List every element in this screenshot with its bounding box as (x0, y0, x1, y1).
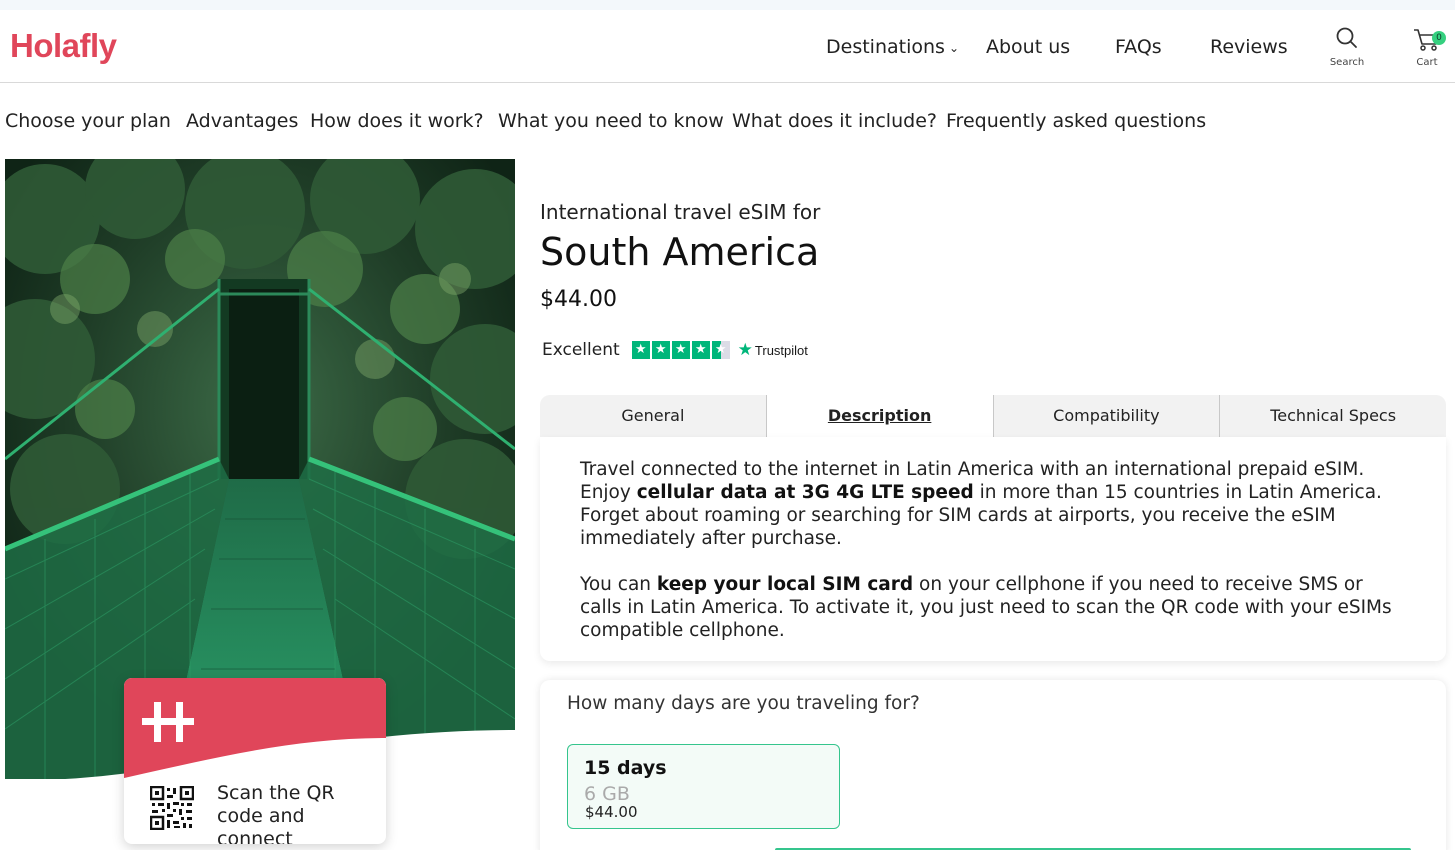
description-paragraph-2: You can keep your local SIM card on your… (580, 573, 1410, 642)
search-caption: Search (1329, 57, 1365, 68)
tab-compatibility[interactable]: Compatibility (993, 395, 1221, 437)
nav-destinations[interactable]: Destinations ⌄ (826, 36, 959, 58)
star-icon: ★ (671, 341, 690, 359)
plan-days: 15 days (584, 757, 667, 779)
star-icon: ★ (651, 341, 670, 359)
tab-description[interactable]: Description (766, 395, 994, 437)
desc-text: You can (580, 574, 657, 595)
half-star-icon: ★ (711, 341, 730, 359)
holafly-h-logo-icon (142, 702, 194, 742)
nav-reviews[interactable]: Reviews (1210, 36, 1288, 58)
page-section-nav: Choose your plan Advantages How does it … (0, 98, 1455, 138)
rating-stars: ★ ★ ★ ★ ★ (631, 341, 730, 359)
trustpilot-rating[interactable]: Excellent ★ ★ ★ ★ ★ ★ Trustpilot (542, 340, 808, 360)
plan-price: $44.00 (585, 803, 638, 821)
description-panel: Travel connected to the internet in Lati… (540, 437, 1446, 661)
scan-qr-caption: Scan the QR code and connect (217, 782, 335, 844)
nav-faqs[interactable]: FAQs (1115, 36, 1162, 58)
nav-destinations-label: Destinations (826, 36, 945, 58)
star-icon: ★ (691, 341, 710, 359)
cart-button[interactable]: 0 Cart (1402, 26, 1452, 74)
trustpilot-star-icon: ★ (737, 340, 753, 359)
desc-highlight: cellular data at 3G 4G LTE speed (636, 482, 974, 503)
days-question: How many days are you traveling for? (567, 693, 920, 714)
subnav-how-it-works[interactable]: How does it work? (310, 110, 484, 132)
subnav-choose-plan[interactable]: Choose your plan (5, 110, 171, 132)
top-strip (0, 0, 1455, 10)
desc-highlight: keep your local SIM card (656, 574, 914, 595)
subnav-faq[interactable]: Frequently asked questions (946, 110, 1206, 132)
subnav-what-to-know[interactable]: What you need to know (498, 110, 724, 132)
rating-label: Excellent (542, 340, 620, 360)
page-title: South America (540, 230, 820, 274)
main-nav: Destinations ⌄ About us FAQs Reviews Sear… (0, 10, 1455, 83)
star-icon: ★ (631, 341, 650, 359)
product-subtitle: International travel eSIM for (540, 200, 821, 224)
esim-qr-card: Scan the QR code and connect (124, 678, 386, 844)
nav-about-us[interactable]: About us (986, 36, 1070, 58)
qr-code-icon (150, 786, 194, 830)
plan-option-15-days[interactable]: 15 days 6 GB $44.00 (567, 744, 840, 829)
tab-technical-specs[interactable]: Technical Specs (1220, 395, 1446, 437)
subnav-what-included[interactable]: What does it include? (732, 110, 937, 132)
subnav-advantages[interactable]: Advantages (186, 110, 298, 132)
product-price: $44.00 (540, 287, 617, 312)
cart-count-badge: 0 (1432, 31, 1446, 45)
cart-caption: Cart (1416, 57, 1438, 68)
tab-general[interactable]: General (540, 395, 767, 437)
plan-data: 6 GB (584, 783, 630, 805)
product-tabs: General Description Compatibility Techni… (540, 395, 1446, 437)
search-icon (1336, 27, 1357, 48)
search-button[interactable]: Search (1322, 26, 1372, 74)
plan-picker: How many days are you traveling for? 15 … (540, 680, 1446, 850)
site-header: Holafly Destinations ⌄ About us FAQs Revi… (0, 10, 1455, 83)
trustpilot-logo: ★ Trustpilot (738, 340, 808, 360)
trustpilot-label: Trustpilot (754, 342, 808, 358)
description-paragraph-1: Travel connected to the internet in Lati… (580, 458, 1410, 550)
chevron-down-icon: ⌄ (948, 40, 959, 55)
